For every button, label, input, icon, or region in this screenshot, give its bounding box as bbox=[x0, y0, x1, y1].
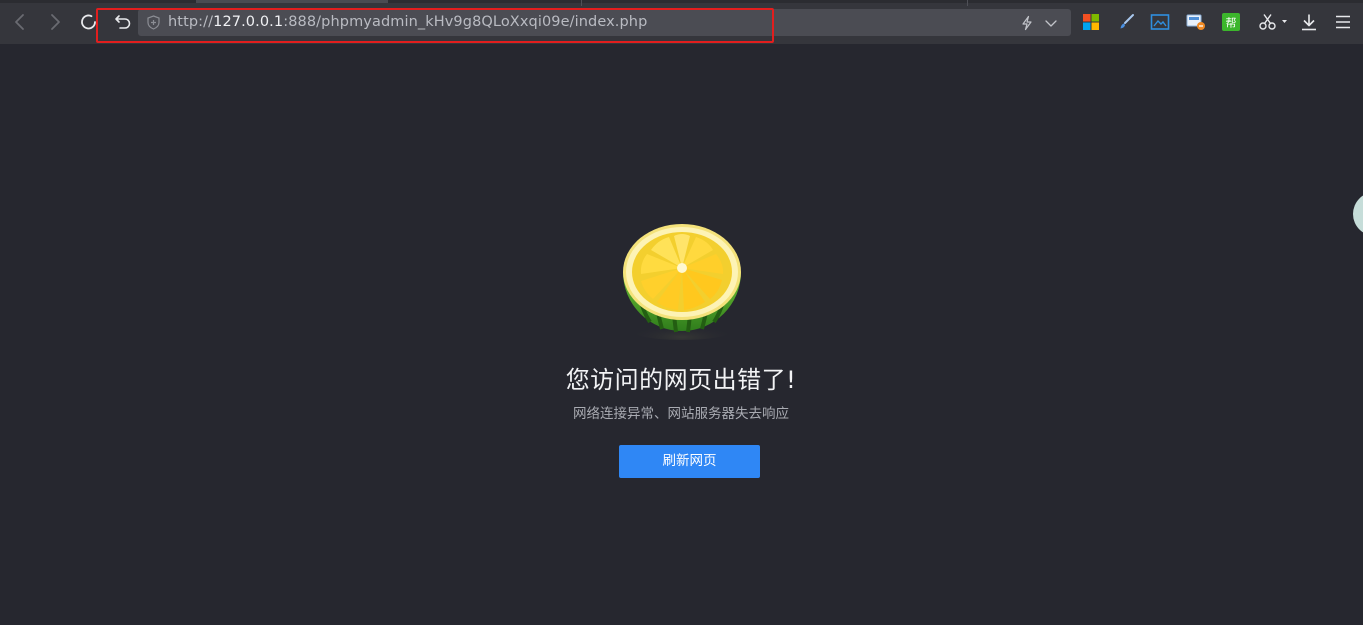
translate-extension-button[interactable] bbox=[1186, 12, 1206, 32]
url-scheme: http:// bbox=[168, 14, 214, 30]
refresh-button[interactable] bbox=[77, 10, 101, 34]
download-icon bbox=[1302, 14, 1316, 31]
scissors-icon bbox=[1259, 14, 1287, 30]
error-title: 您访问的网页出错了! bbox=[565, 366, 797, 394]
download-button[interactable] bbox=[1299, 12, 1319, 32]
translate-icon bbox=[1186, 14, 1205, 30]
url-path: :888/phpmyadmin_kHv9g8QLoXxqi09e/index.p… bbox=[283, 14, 648, 30]
scissors-extension-button[interactable] bbox=[1256, 12, 1290, 32]
chevron-left-icon bbox=[15, 14, 24, 30]
tab-separator bbox=[967, 0, 968, 6]
windows-extension-button[interactable] bbox=[1081, 12, 1101, 32]
help-extension-glyph: 帮 bbox=[1226, 17, 1237, 30]
main-menu-button[interactable] bbox=[1333, 12, 1353, 32]
refresh-icon bbox=[81, 14, 96, 30]
browser-toolbar: http://127.0.0.1:888/phpmyadmin_kHv9g8QL… bbox=[0, 0, 1363, 44]
chevron-right-icon bbox=[51, 14, 60, 30]
menu-icon bbox=[1336, 15, 1350, 29]
brush-extension-button[interactable] bbox=[1116, 12, 1136, 32]
chevron-down-icon[interactable] bbox=[1043, 15, 1059, 31]
url-text[interactable]: http://127.0.0.1:888/phpmyadmin_kHv9g8QL… bbox=[168, 9, 647, 36]
tab-separator bbox=[581, 0, 582, 6]
undo-close-tab-button[interactable] bbox=[111, 10, 135, 34]
error-subtitle: 网络连接异常、网站服务器失去响应 bbox=[573, 406, 789, 422]
help-extension-button[interactable]: 帮 bbox=[1221, 12, 1241, 32]
url-host: 127.0.0.1 bbox=[213, 14, 284, 30]
shield-icon[interactable] bbox=[146, 15, 161, 30]
forward-button[interactable] bbox=[43, 10, 67, 34]
address-bar[interactable]: http://127.0.0.1:888/phpmyadmin_kHv9g8QL… bbox=[138, 9, 1071, 36]
screenshot-extension-button[interactable] bbox=[1150, 12, 1170, 32]
windows-logo-icon bbox=[1083, 14, 1099, 30]
floating-side-widget[interactable] bbox=[1353, 192, 1363, 236]
active-tab-indicator[interactable] bbox=[196, 0, 388, 3]
brush-icon bbox=[1120, 14, 1134, 29]
lemon-melon-illustration-icon bbox=[623, 224, 741, 340]
lightning-icon[interactable] bbox=[1019, 15, 1035, 31]
refresh-page-button[interactable]: 刷新网页 bbox=[619, 445, 760, 478]
error-page: 您访问的网页出错了! 网络连接异常、网站服务器失去响应 刷新网页 bbox=[0, 44, 1363, 625]
back-button[interactable] bbox=[8, 10, 32, 34]
help-extension-icon: 帮 bbox=[1222, 13, 1240, 31]
screenshot-icon bbox=[1150, 14, 1170, 30]
undo-icon bbox=[115, 15, 131, 29]
